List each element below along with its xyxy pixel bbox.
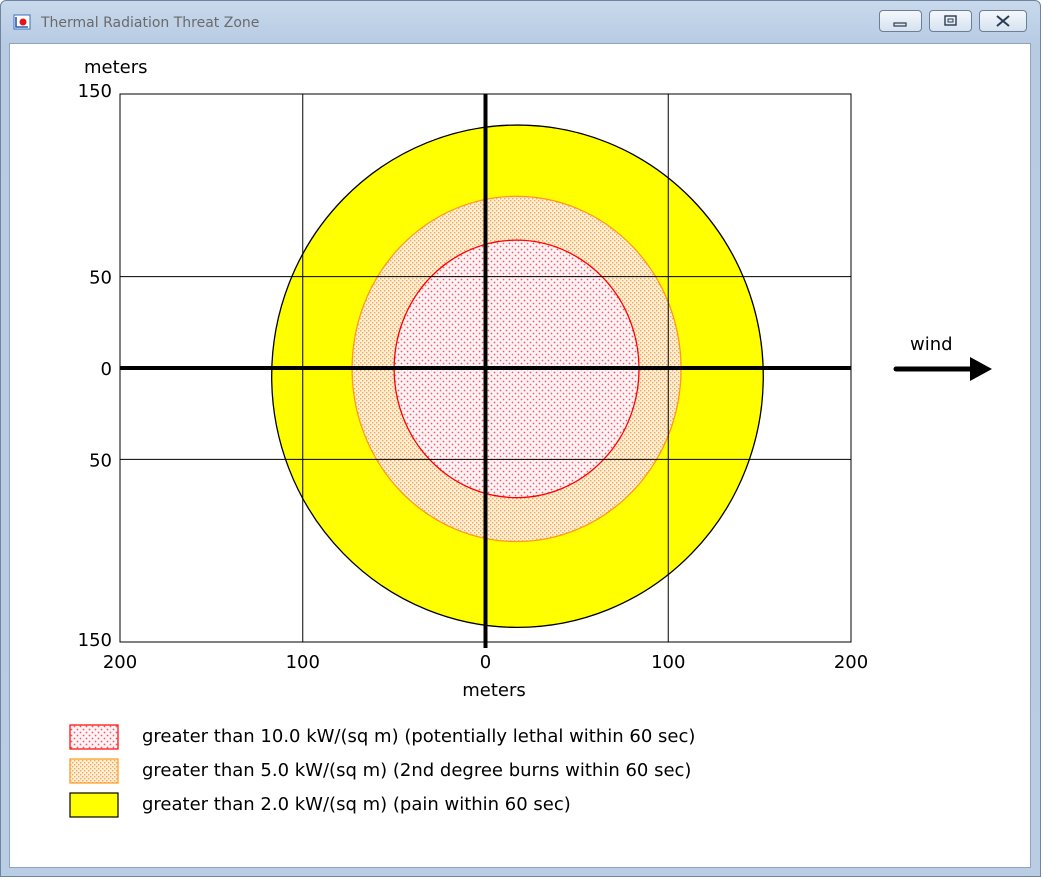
- y-tick-label: 50: [89, 450, 112, 471]
- app-chart-icon: [13, 14, 31, 30]
- y-tick-labels: 150 50 0 50 150: [78, 81, 112, 651]
- y-tick-label: 150: [78, 630, 112, 651]
- y-tick-label: 50: [89, 268, 112, 289]
- legend-swatch: [69, 758, 119, 784]
- client-area: meters meters 200 100 0 100 200 150 50 0 50 150 …: [9, 43, 1031, 868]
- threat-zone-chart: meters meters 200 100 0 100 200 150 50 0 50150 …: [69, 57, 992, 818]
- x-tick-label: 100: [286, 652, 320, 673]
- y-tick-label: 150: [78, 81, 112, 102]
- minimize-icon: [893, 22, 907, 27]
- legend-swatch: [69, 724, 119, 750]
- title-bar[interactable]: Thermal Radiation Threat Zone: [1, 1, 1040, 43]
- close-button[interactable]: [979, 10, 1027, 32]
- y-tick-label: 0: [101, 359, 112, 380]
- x-tick-label: 200: [834, 652, 868, 673]
- minimize-button[interactable]: [879, 10, 922, 32]
- legend-swatch: [69, 792, 119, 818]
- y-axis-title: meters: [84, 57, 148, 78]
- x-tick-label: 100: [651, 652, 685, 673]
- restore-icon: [944, 15, 957, 26]
- wind-label: wind: [910, 334, 953, 355]
- x-tick-label: 200: [103, 652, 137, 673]
- legend-label: greater than 2.0 kW/(sq m) (pain within …: [142, 794, 571, 815]
- wind-arrow-icon: [893, 357, 992, 381]
- legend-label: greater than 10.0 kW/(sq m) (potentially…: [142, 726, 695, 747]
- restore-button[interactable]: [929, 10, 972, 32]
- legend-label: greater than 5.0 kW/(sq m) (2nd degree b…: [142, 760, 691, 781]
- app-window: Thermal Radiation Threat Zone meters met…: [0, 0, 1041, 877]
- window-title: Thermal Radiation Threat Zone: [41, 15, 260, 31]
- close-icon: [996, 15, 1010, 27]
- x-axis-title: meters: [462, 680, 526, 701]
- wind-indicator: wind: [893, 334, 992, 381]
- x-tick-label: 0: [480, 652, 491, 673]
- x-tick-labels: 200 100 0 100 200: [103, 652, 868, 673]
- zones-layer: [271, 124, 764, 629]
- legend: greater than 10.0 kW/(sq m) (potentially…: [69, 724, 695, 818]
